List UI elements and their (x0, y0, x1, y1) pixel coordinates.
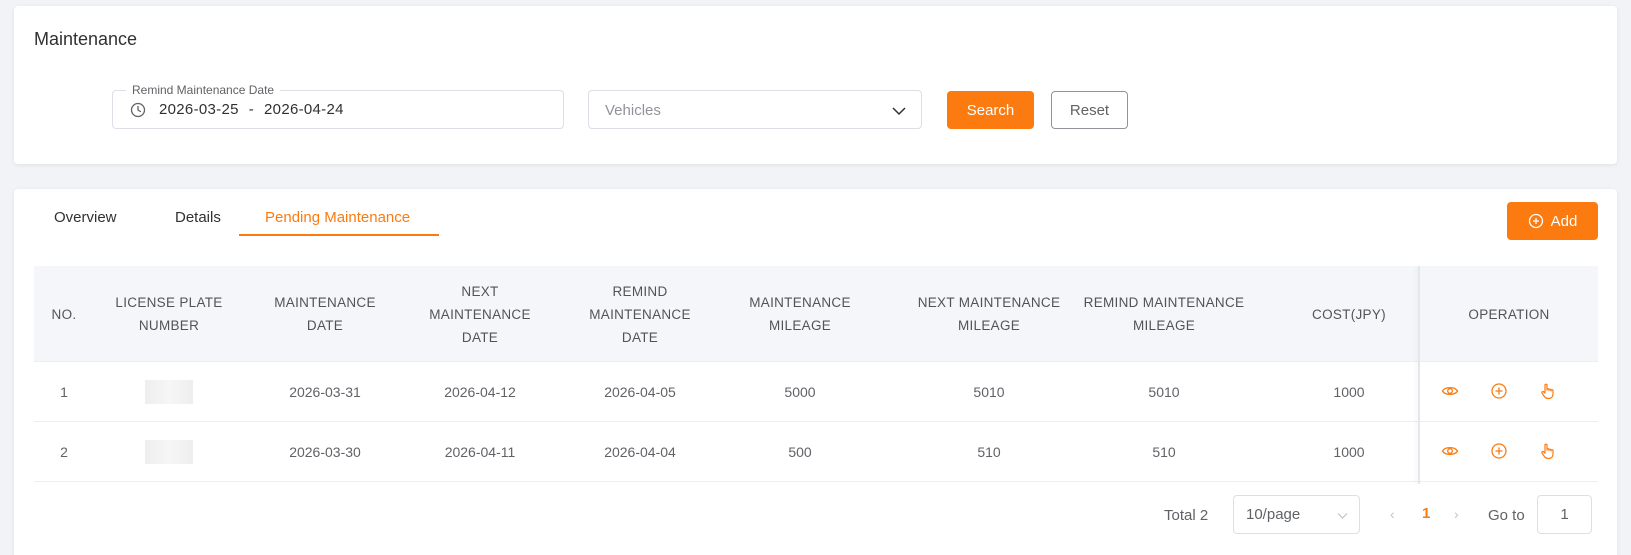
tab-overview[interactable]: Overview (54, 209, 117, 226)
cell-mileage: 500 (788, 444, 812, 460)
hand-pointer-icon[interactable] (1539, 382, 1557, 400)
cell-maintenance-date: 2026-03-31 (289, 384, 361, 400)
cell-next-mileage: 510 (977, 444, 1001, 460)
pagination-total: Total 2 (1164, 507, 1209, 524)
cell-no: 1 (60, 384, 68, 400)
col-next-maintenance-mileage: NEXT MAINTENANCE MILEAGE (917, 295, 1061, 333)
redacted-plate (145, 380, 193, 404)
reset-button[interactable]: Reset (1051, 91, 1128, 129)
page-size-select[interactable]: 10/page (1233, 495, 1360, 534)
cell-next-date: 2026-04-12 (444, 384, 516, 400)
cell-cost: 1000 (1333, 384, 1365, 400)
cell-license-plate (114, 422, 224, 482)
search-button[interactable]: Search (947, 91, 1034, 129)
table-row: 2 2026-03-30 2026-04-11 2026-04-04 500 5… (34, 422, 1598, 482)
col-no: NO. (51, 306, 77, 322)
cell-cost: 1000 (1333, 444, 1365, 460)
remind-date-range-picker[interactable]: Remind Maintenance Date 2026-03-25-2026-… (112, 83, 564, 129)
next-page-button[interactable]: › (1454, 506, 1459, 522)
table-header: NO. LICENSE PLATE NUMBER MAINTENANCE DAT… (34, 266, 1598, 362)
table-row: 1 2026-03-31 2026-04-12 2026-04-05 5000 … (34, 362, 1598, 422)
eye-icon[interactable] (1441, 382, 1459, 400)
chevron-down-icon (892, 107, 906, 116)
cell-remind-mileage: 510 (1152, 444, 1176, 460)
eye-icon[interactable] (1441, 442, 1459, 460)
col-cost: COST(JPY) (1312, 306, 1386, 322)
page-title: Maintenance (34, 29, 138, 49)
plus-circle-icon (1528, 213, 1543, 229)
cell-license-plate (114, 362, 224, 422)
clock-icon (130, 102, 146, 118)
plus-circle-icon[interactable] (1490, 442, 1508, 460)
add-label: Add (1550, 212, 1578, 230)
col-next-maintenance-date: NEXT MAINTENANCE DATE (429, 283, 531, 345)
active-tab-indicator (239, 234, 439, 236)
cell-remind-date: 2026-04-05 (604, 384, 676, 400)
col-maintenance-mileage: MAINTENANCE MILEAGE (749, 295, 851, 333)
add-button[interactable]: Add (1507, 202, 1598, 240)
cell-mileage: 5000 (784, 384, 816, 400)
date-start[interactable]: 2026-03-25 (159, 101, 239, 118)
col-remind-maintenance-mileage: REMIND MAINTENANCE MILEAGE (1083, 295, 1245, 333)
vehicles-placeholder: Vehicles (605, 102, 661, 119)
tab-pending-maintenance[interactable]: Pending Maintenance (265, 209, 410, 226)
date-separator: - (248, 101, 255, 118)
cell-remind-date: 2026-04-04 (604, 444, 676, 460)
vehicles-select[interactable]: Vehicles (588, 90, 922, 129)
tab-details[interactable]: Details (175, 209, 221, 226)
cell-remind-mileage: 5010 (1148, 384, 1180, 400)
prev-page-button[interactable]: ‹ (1390, 506, 1395, 522)
redacted-plate (145, 440, 193, 464)
page-size-value: 10/page (1246, 506, 1301, 523)
goto-label: Go to (1488, 507, 1525, 524)
col-operation: OPERATION (1468, 306, 1550, 322)
goto-page-input[interactable] (1537, 495, 1592, 534)
col-maintenance-date: MAINTENANCE DATE (274, 295, 376, 333)
hand-pointer-icon[interactable] (1539, 442, 1557, 460)
table-card: Overview Details Pending Maintenance Add… (14, 189, 1617, 555)
page-number-current[interactable]: 1 (1422, 505, 1430, 522)
col-remind-maintenance-date: REMIND MAINTENANCE DATE (589, 283, 691, 345)
cell-next-date: 2026-04-11 (444, 444, 516, 460)
date-end[interactable]: 2026-04-24 (264, 101, 344, 118)
date-range-label: Remind Maintenance Date (126, 83, 281, 97)
filter-card: Maintenance Remind Maintenance Date 2026… (14, 6, 1617, 164)
cell-maintenance-date: 2026-03-30 (289, 444, 361, 460)
cell-no: 2 (60, 444, 68, 460)
fixed-column-divider (1418, 266, 1420, 484)
plus-circle-icon[interactable] (1490, 382, 1508, 400)
chevron-down-icon (1337, 513, 1348, 519)
cell-next-mileage: 5010 (973, 384, 1005, 400)
col-license-plate: LICENSE PLATE NUMBER (115, 295, 223, 333)
